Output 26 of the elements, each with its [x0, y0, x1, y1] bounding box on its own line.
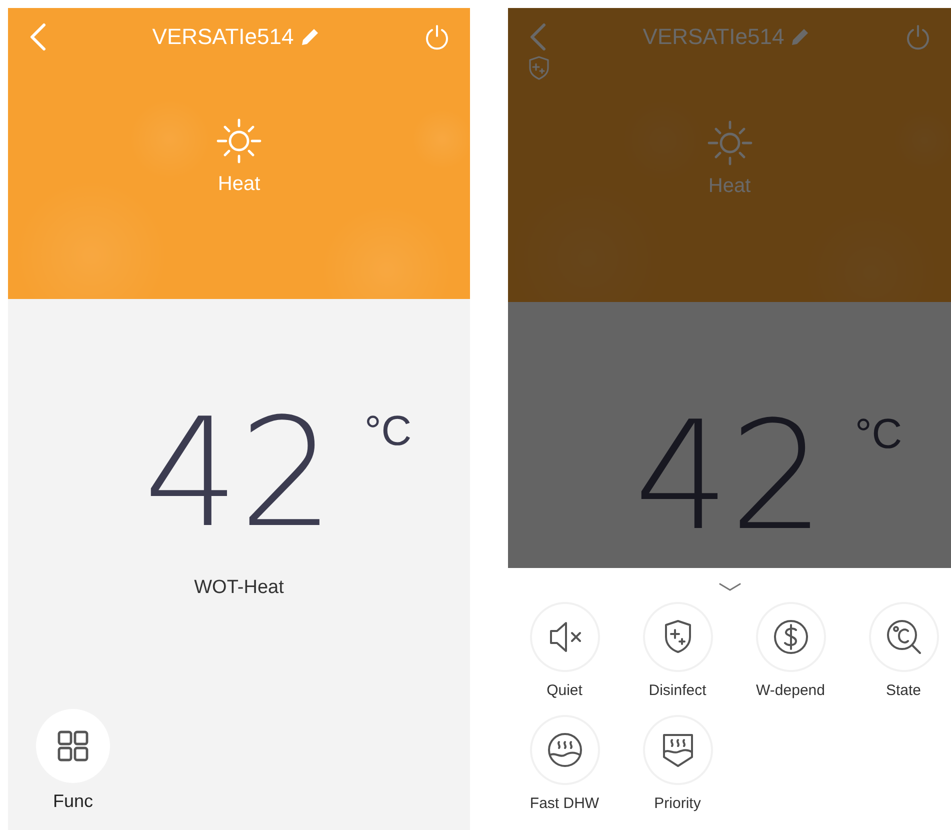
function-button[interactable] [758, 604, 824, 670]
function-button[interactable] [532, 717, 598, 783]
function-label: Quiet [546, 682, 582, 699]
sun-icon [215, 118, 263, 164]
function-button[interactable] [870, 604, 936, 670]
operation-mode-label: WOT-Heat [194, 577, 284, 599]
func-label: Func [52, 791, 94, 812]
sun-icon [706, 120, 754, 166]
function-label: Disinfect [648, 682, 706, 699]
mode-label: Heat [708, 175, 751, 198]
function-label: Fast DHW [530, 795, 600, 812]
function-button[interactable] [644, 604, 710, 670]
mode-label: Heat [218, 173, 260, 196]
device-title: VERSATIe514 [642, 24, 784, 50]
function-label: W-depend [756, 682, 825, 699]
function-button[interactable] [644, 717, 710, 783]
temperature-value: 42 [634, 402, 825, 552]
device-title: VERSATIe514 [152, 24, 294, 50]
temperature-unit: °C [854, 410, 902, 458]
function-label: Priority [654, 795, 701, 812]
collapse-button[interactable] [718, 582, 742, 592]
function-button[interactable] [532, 604, 598, 670]
function-label: State [886, 682, 922, 699]
temperature-value: 42 [144, 399, 334, 549]
grid-icon [57, 730, 89, 762]
temperature-unit: °C [364, 407, 412, 455]
